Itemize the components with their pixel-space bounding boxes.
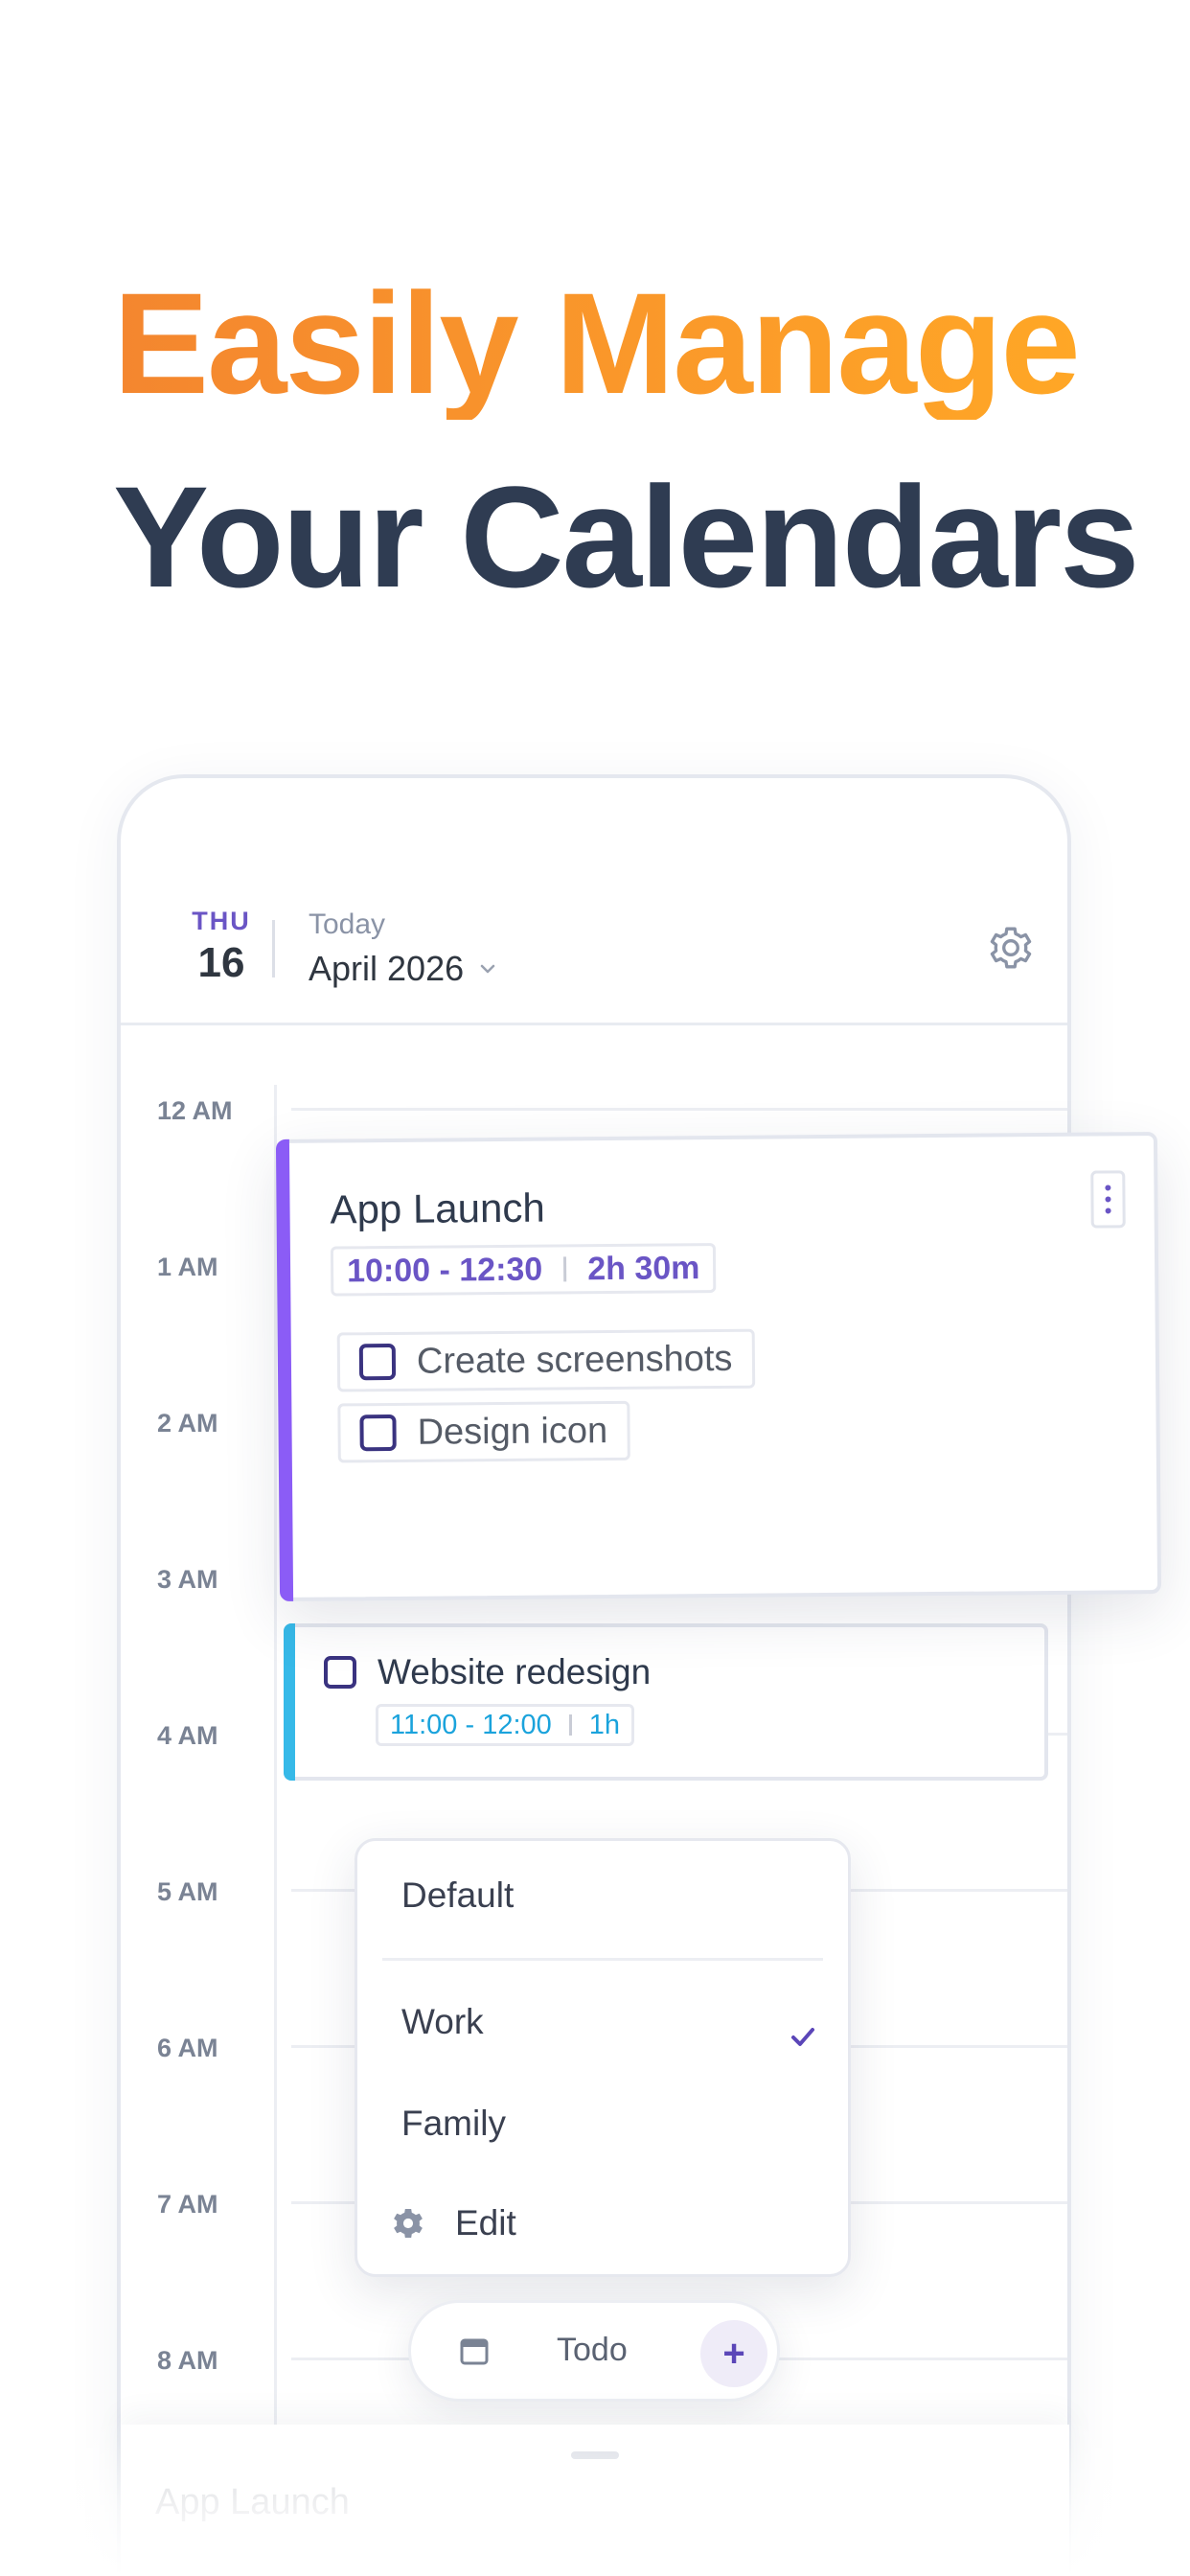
- menu-item-work[interactable]: Work: [401, 2002, 484, 2042]
- menu-item-edit[interactable]: Edit: [455, 2203, 516, 2243]
- add-button[interactable]: +: [700, 2320, 767, 2387]
- chip-divider: [568, 1714, 572, 1736]
- menu-item-family[interactable]: Family: [401, 2104, 506, 2144]
- more-options-icon[interactable]: [1090, 1170, 1126, 1229]
- event-website-redesign[interactable]: Website redesign 11:00 - 12:00 1h: [284, 1623, 1048, 1781]
- gear-icon: [394, 2208, 423, 2239]
- event-duration: 1h: [588, 1709, 621, 1740]
- today-label[interactable]: Today: [309, 908, 385, 941]
- task-checkbox[interactable]: [324, 1656, 356, 1689]
- hour-line: [291, 1108, 1067, 1111]
- headline-line-1: Easily Manage: [113, 263, 1081, 424]
- event-time-range: 10:00 - 12:30: [346, 1251, 543, 1289]
- month-selector[interactable]: April 2026: [309, 949, 498, 989]
- hour-label: 8 AM: [157, 2346, 218, 2375]
- month-label: April 2026: [309, 949, 465, 988]
- task-label: Design icon: [417, 1410, 608, 1453]
- day-abbreviation: THU: [192, 907, 251, 935]
- sheet-grabber[interactable]: [571, 2451, 619, 2459]
- checkmark-icon: [791, 2028, 814, 2046]
- event-time-chip: 10:00 - 12:30 2h 30m: [330, 1243, 717, 1297]
- hour-label: 4 AM: [157, 1721, 218, 1750]
- gear-icon[interactable]: [987, 924, 1035, 972]
- hour-label: 12 AM: [157, 1096, 233, 1125]
- hour-label: 7 AM: [157, 2190, 218, 2219]
- task-checkbox[interactable]: [358, 1343, 397, 1381]
- event-color-bar: [284, 1623, 295, 1781]
- header-divider: [272, 920, 275, 978]
- menu-divider: [382, 1958, 823, 1961]
- event-time-chip: 11:00 - 12:00 1h: [376, 1704, 635, 1746]
- headline-line-2: Your Calendars: [113, 456, 1140, 617]
- event-time-range: 11:00 - 12:00: [390, 1709, 552, 1740]
- event-title: Website redesign: [378, 1652, 652, 1691]
- event-title: App Launch: [330, 1184, 545, 1232]
- event-color-bar: [275, 1138, 294, 1602]
- chevron-down-icon: [480, 964, 495, 974]
- hour-label: 5 AM: [157, 1877, 218, 1906]
- day-number[interactable]: 16: [178, 939, 264, 987]
- hour-label: 6 AM: [157, 2034, 218, 2062]
- menu-item-default[interactable]: Default: [401, 1875, 514, 1916]
- event-app-launch[interactable]: App Launch 10:00 - 12:30 2h 30m Create s…: [275, 1131, 1162, 1602]
- sheet-title: App Launch: [155, 2482, 350, 2522]
- bottom-toolbar: Todo +: [408, 2300, 780, 2402]
- calendar-picker-menu: Default Work Family Edit: [355, 1838, 851, 2277]
- hour-label: 2 AM: [157, 1409, 218, 1438]
- hour-label: 3 AM: [157, 1565, 218, 1594]
- task-item[interactable]: Create screenshots: [336, 1328, 755, 1392]
- calendar-header: THU 16 Today April 2026: [121, 778, 1067, 1025]
- calendar-icon[interactable]: [459, 2337, 490, 2366]
- hour-label: 1 AM: [157, 1253, 218, 1281]
- task-item[interactable]: Design icon: [337, 1400, 630, 1463]
- task-checkbox[interactable]: [359, 1414, 397, 1452]
- task-label: Create screenshots: [416, 1338, 733, 1382]
- event-duration: 2h 30m: [587, 1249, 700, 1287]
- chip-divider: [563, 1256, 567, 1282]
- todo-tab[interactable]: Todo: [557, 2332, 628, 2369]
- bottom-sheet[interactable]: App Launch: [121, 2425, 1069, 2576]
